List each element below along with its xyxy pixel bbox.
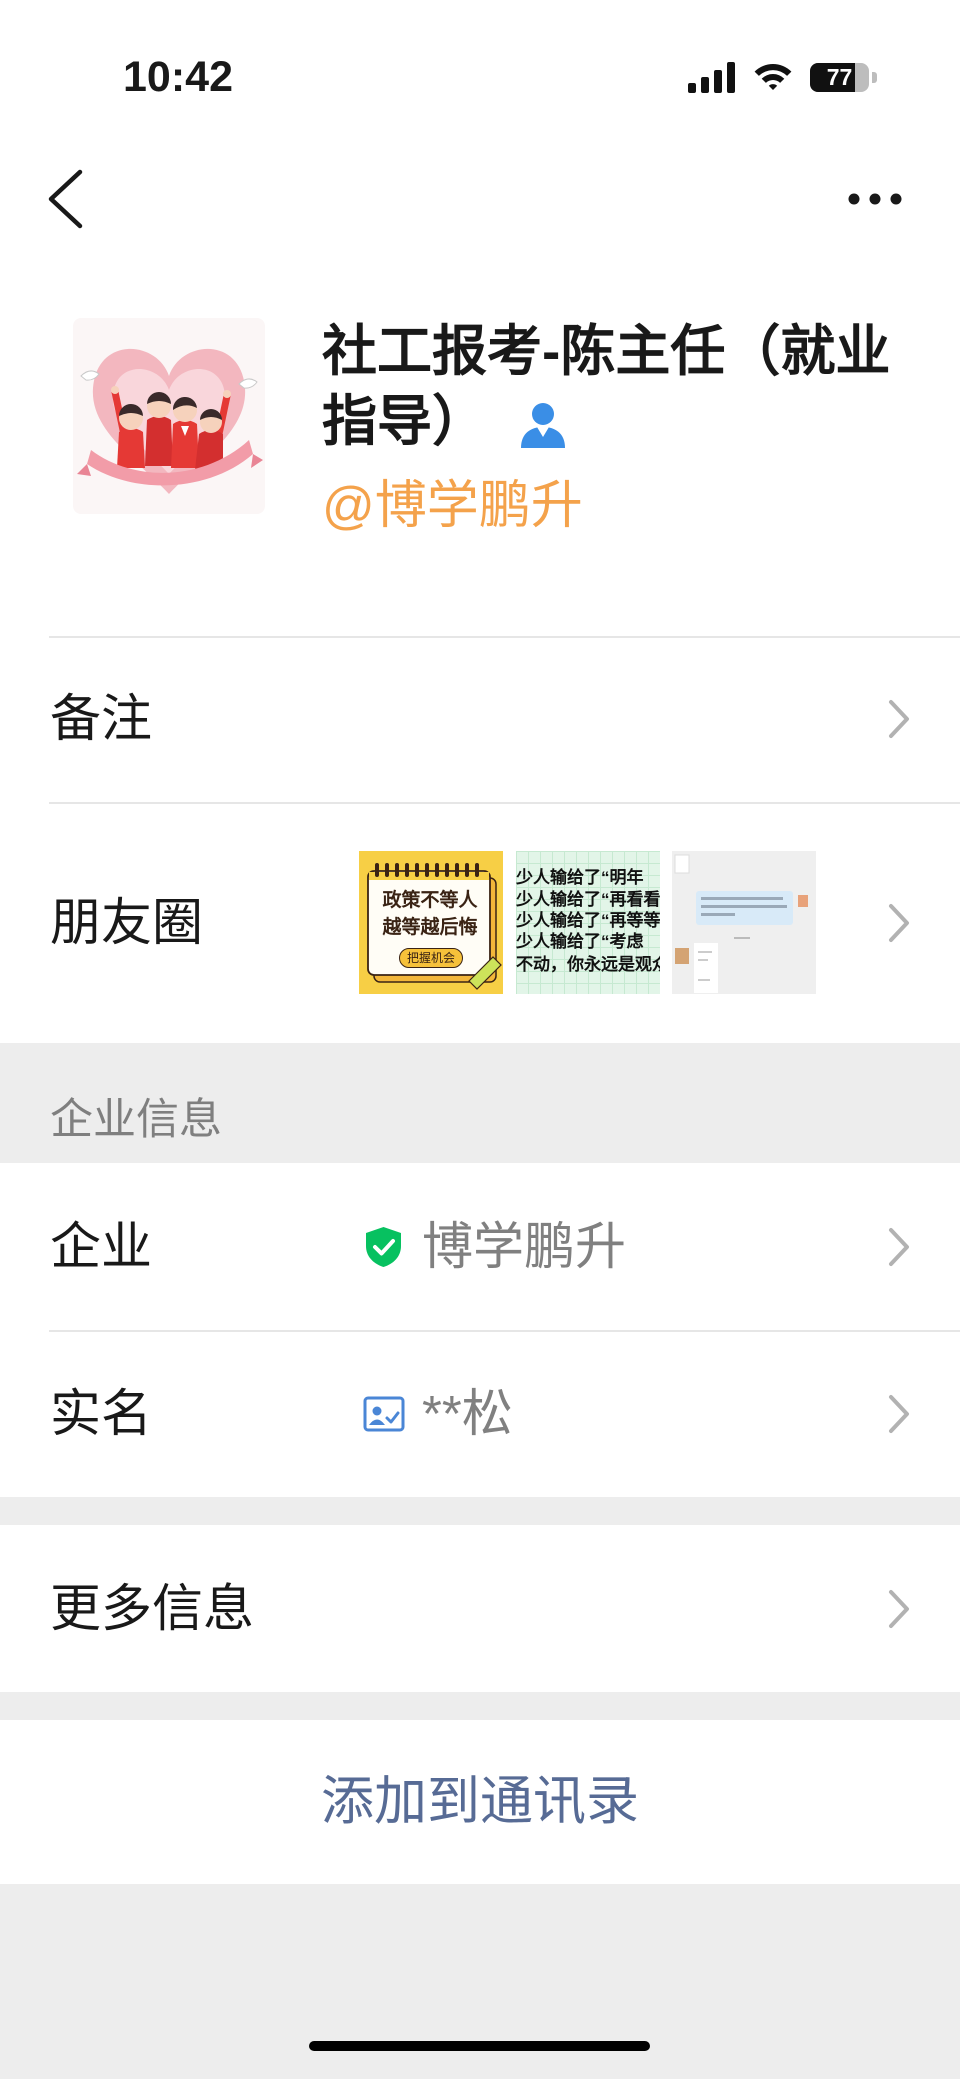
contact-name-block: 社工报考-陈主任（就业指导） xyxy=(322,316,914,456)
person-icon xyxy=(521,403,566,449)
thumbnail-text: 少人输给了“明年 xyxy=(516,868,644,887)
more-button[interactable] xyxy=(840,179,912,219)
moments-thumbnail xyxy=(672,851,816,994)
id-card-icon xyxy=(363,1396,405,1431)
company-value: 博学鹏升 xyxy=(422,1217,627,1275)
chevron-right-icon xyxy=(889,1227,909,1266)
real-name-row[interactable]: 实名 **松 xyxy=(0,1330,960,1497)
company-row[interactable]: 企业 博学鹏升 xyxy=(0,1163,960,1330)
remark-label: 备注 xyxy=(50,690,153,747)
more-info-row[interactable]: 更多信息 xyxy=(0,1525,960,1692)
divider xyxy=(49,802,960,804)
enterprise-section-header: 企业信息 xyxy=(50,1096,222,1144)
thumbnail-text: 越等越后悔 xyxy=(382,917,478,938)
thumbnail-text: 少人输给了“再等等 xyxy=(516,911,660,930)
more-info-label: 更多信息 xyxy=(50,1579,255,1637)
real-name-label: 实名 xyxy=(50,1384,153,1442)
thumbnail-text: 政策不等人 xyxy=(382,890,478,911)
add-to-contacts-button[interactable]: 添加到通讯录 xyxy=(0,1720,960,1884)
verified-shield-icon xyxy=(366,1226,401,1267)
more-dots-icon xyxy=(848,193,902,205)
contact-name: 社工报考-陈主任（就业指导） xyxy=(322,320,891,452)
thumbnail-text: 少人输给了“再看看 xyxy=(516,890,660,909)
thumbnail-button-text: 把握机会 xyxy=(399,948,463,968)
add-to-contacts-label: 添加到通讯录 xyxy=(321,1772,639,1831)
chevron-left-icon xyxy=(48,169,83,229)
moments-thumbnail: 政策不等人 越等越后悔 把握机会 xyxy=(359,851,503,994)
back-button[interactable] xyxy=(40,166,90,232)
battery-level: 77 xyxy=(826,64,853,90)
company-tag: @博学鹏升 xyxy=(322,477,583,535)
wifi-icon xyxy=(754,63,792,90)
signal-icon xyxy=(688,62,735,93)
divider xyxy=(49,1330,960,1332)
chevron-right-icon xyxy=(889,1394,909,1433)
moments-thumbnail: 少人输给了“明年 少人输给了“再看看 少人输给了“再等等 少人输给了“考虑 不动… xyxy=(516,851,660,994)
moments-row[interactable]: 朋友圈 政策不等人 越等越后悔 把握机会 少人输给了“明年 少人输给了“再看看 … xyxy=(0,802,960,1043)
divider xyxy=(49,636,960,638)
status-time: 10:42 xyxy=(123,53,233,101)
home-indicator xyxy=(309,2041,650,2051)
moments-label: 朋友圈 xyxy=(50,893,204,951)
chevron-right-icon xyxy=(889,700,909,738)
avatar-illustration xyxy=(73,318,265,514)
thumbnail-text: 不动，你永远是观众 xyxy=(516,955,660,974)
chevron-right-icon xyxy=(889,903,909,942)
remark-row[interactable]: 备注 xyxy=(0,636,960,802)
moments-thumbnails: 政策不等人 越等越后悔 把握机会 少人输给了“明年 少人输给了“再看看 少人输给… xyxy=(359,851,816,994)
battery-icon: 77 xyxy=(810,63,878,92)
real-name-value: **松 xyxy=(422,1384,513,1442)
avatar[interactable] xyxy=(73,318,265,514)
thumbnail-text: 少人输给了“考虑 xyxy=(516,932,644,951)
chevron-right-icon xyxy=(889,1589,909,1628)
company-label: 企业 xyxy=(50,1217,153,1275)
